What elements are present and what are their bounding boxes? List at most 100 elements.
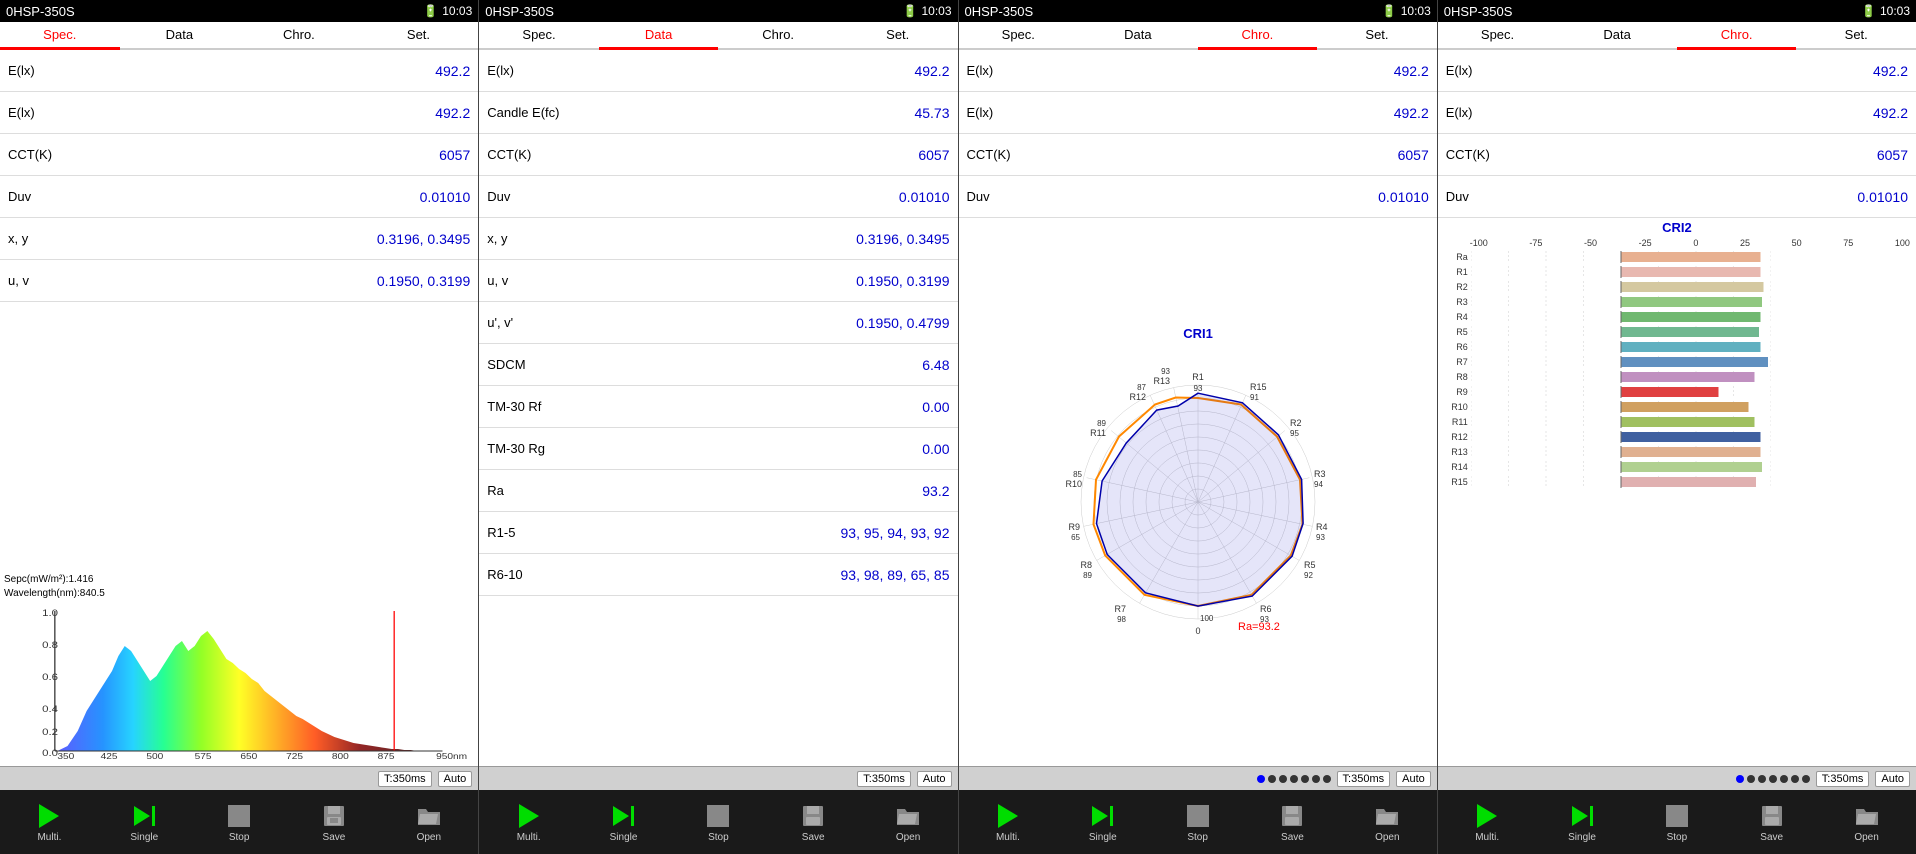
cri2-bar-row: R3 [1442,295,1912,309]
tab-data-1[interactable]: Data [120,22,240,50]
cri2-bar-row: R8 [1442,370,1912,384]
svg-text:65: 65 [1071,533,1080,542]
tab-set-3[interactable]: Set. [1317,22,1437,50]
tab-set-4[interactable]: Set. [1796,22,1916,50]
stop-icon [228,805,250,827]
svg-text:R4: R4 [1316,522,1328,532]
panel2-content: E(lx) 492.2 Candle E(fc) 45.73 CCT(K) 60… [479,50,957,766]
svg-text:R10: R10 [1065,479,1082,489]
stop-btn-3[interactable]: Stop [1178,802,1218,843]
cri2-bar-row: R13 [1442,445,1912,459]
tab-spec-3[interactable]: Spec. [959,22,1079,50]
tab-chro-2[interactable]: Chro. [718,22,838,50]
single-btn-4[interactable]: Single [1562,802,1602,843]
data-row: u', v' 0.1950, 0.4799 [479,302,957,344]
open-btn-1[interactable]: Open [409,802,449,843]
cri2-bar-label: R15 [1442,477,1468,487]
tab-chro-1[interactable]: Chro. [239,22,359,50]
stop-btn-4[interactable]: Stop [1657,802,1697,843]
tab-set-2[interactable]: Set. [838,22,958,50]
tab-spec-4[interactable]: Spec. [1438,22,1558,50]
svg-text:93: 93 [1316,533,1325,542]
data-row: E(lx) 492.2 [1438,50,1916,92]
svg-text:94: 94 [1314,480,1323,489]
open-icon [416,805,442,827]
open-btn-4[interactable]: Open [1847,802,1887,843]
tab-data-3[interactable]: Data [1078,22,1198,50]
svg-text:93: 93 [1193,384,1202,393]
tab-set-1[interactable]: Set. [359,22,479,50]
cri2-title: CRI2 [1442,220,1912,235]
svg-text:93: 93 [1161,367,1170,376]
open-btn-2[interactable]: Open [888,802,928,843]
panel2-data: E(lx) 492.2 Candle E(fc) 45.73 CCT(K) 60… [479,50,957,766]
skip-icon [1092,806,1113,826]
panel1-time: 10:03 [442,4,472,18]
auto-badge-2: Auto [917,771,952,787]
single-btn-3[interactable]: Single [1083,802,1123,843]
multi-btn-3[interactable]: Multi. [988,802,1028,843]
tab-bar-1: Spec. Data Chro. Set. [0,22,478,50]
cri-spider-area: CRI1 [959,218,1437,766]
save-btn-1[interactable]: Save [314,802,354,843]
cri2-bar-row: R6 [1442,340,1912,354]
tab-data-2[interactable]: Data [599,22,719,50]
single-btn-1[interactable]: Single [124,802,164,843]
btn-group-2: Multi. Single Stop [479,790,958,854]
data-row: Duv 0.01010 [479,176,957,218]
save-btn-3[interactable]: Save [1272,802,1312,843]
cri2-bar-row: R14 [1442,460,1912,474]
svg-text:0.4: 0.4 [42,705,58,715]
spec-info-line1: Sepc(mW/m²):1.416 [4,573,474,587]
svg-text:100: 100 [1200,614,1214,623]
save-btn-4[interactable]: Save [1752,802,1792,843]
cri2-bar-label: R3 [1442,297,1468,307]
time-badge-2: T:350ms [857,771,911,787]
data-row: Ra 93.2 [479,470,957,512]
status-bar-4: T:350ms Auto [1438,766,1916,790]
cri2-bar-row: R11 [1442,415,1912,429]
svg-text:89: 89 [1083,571,1092,580]
data-row: x, y 0.3196, 0.3495 [479,218,957,260]
data-row: CCT(K) 6057 [479,134,957,176]
panel-1: 0HSP-350S 🔋 10:03 Spec. Data Chro. Set. … [0,0,479,790]
open-btn-3[interactable]: Open [1367,802,1407,843]
cri2-bar-svg [1471,401,1771,413]
dot [1747,775,1755,783]
data-row: Candle E(fc) 45.73 [479,92,957,134]
cri2-bar-svg [1471,386,1771,398]
title-bar-2: 0HSP-350S 🔋 10:03 [479,0,957,22]
tab-spec-1[interactable]: Spec. [0,22,120,50]
tab-data-4[interactable]: Data [1557,22,1677,50]
svg-text:CRI1: CRI1 [1183,326,1213,341]
panel1-content: E(lx) 492.2 E(lx) 492.2 CCT(K) 6057 Duv … [0,50,478,766]
svg-text:89: 89 [1097,419,1106,428]
single-btn-2[interactable]: Single [604,802,644,843]
dot [1257,775,1265,783]
stop-btn-1[interactable]: Stop [219,802,259,843]
cri2-bar-label: R8 [1442,372,1468,382]
cri2-bar-label: R14 [1442,462,1468,472]
multi-btn-4[interactable]: Multi. [1467,802,1507,843]
tab-chro-4[interactable]: Chro. [1677,22,1797,50]
data-row: E(lx) 492.2 [0,50,478,92]
multi-btn-2[interactable]: Multi. [509,802,549,843]
cri2-bar-row: R12 [1442,430,1912,444]
svg-text:87: 87 [1137,383,1146,392]
save-icon [801,804,825,828]
tab-spec-2[interactable]: Spec. [479,22,599,50]
cri2-axis-labels: -100 -75 -50 -25 0 25 50 75 100 [1470,238,1912,248]
cri2-bar-svg [1471,461,1771,473]
multi-btn-1[interactable]: Multi. [29,802,69,843]
tab-chro-3[interactable]: Chro. [1198,22,1318,50]
spectrum-svg-1: 1.0 0.8 0.6 0.4 0.2 0.0 350 425 500 575 … [4,601,474,761]
stop-btn-2[interactable]: Stop [698,802,738,843]
cri2-bar-svg [1471,371,1771,383]
time-badge-4: T:350ms [1816,771,1870,787]
cri2-bar-row: R15 [1442,475,1912,489]
cri2-bar-label: R13 [1442,447,1468,457]
data-row: R6-10 93, 98, 89, 65, 85 [479,554,957,596]
cri2-bar-svg [1471,281,1771,293]
save-btn-2[interactable]: Save [793,802,833,843]
dot [1780,775,1788,783]
